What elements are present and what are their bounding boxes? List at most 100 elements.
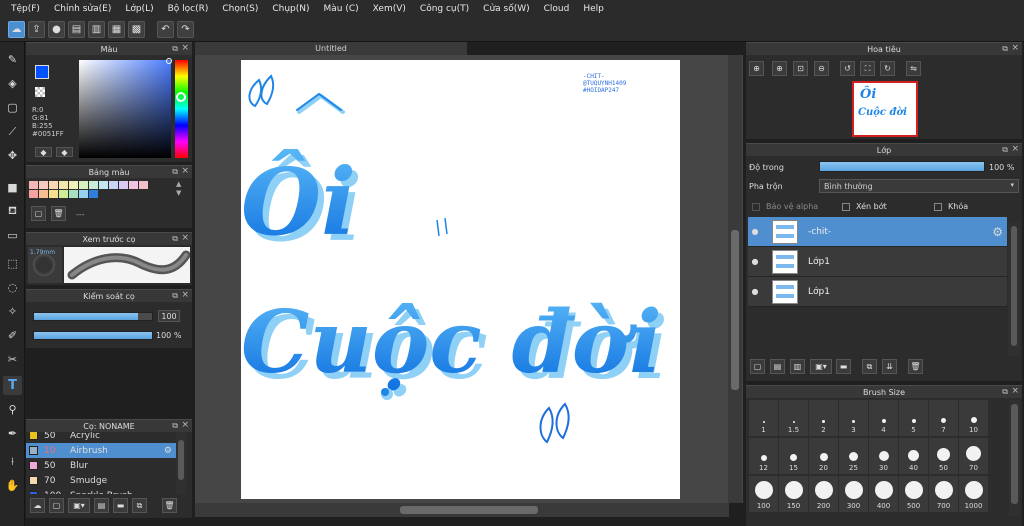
brush-list-item[interactable]: 50 Blur — [26, 458, 176, 473]
brush-size-cell[interactable]: 15 — [779, 438, 808, 474]
redo-icon[interactable]: ↷ — [177, 21, 194, 38]
palette-swatch[interactable] — [29, 190, 38, 198]
palette-swatch[interactable] — [79, 181, 88, 189]
brush-size-cell[interactable]: 20 — [809, 438, 838, 474]
palette-swatch[interactable] — [69, 181, 78, 189]
brush-size-cell[interactable]: 1000 — [959, 476, 988, 512]
hue-cursor[interactable] — [176, 92, 186, 102]
brush-new-icon[interactable]: ▢ — [49, 498, 64, 513]
menu-item[interactable]: Help — [576, 4, 611, 14]
hue-slider[interactable] — [175, 60, 188, 158]
palette-swatch[interactable] — [99, 181, 108, 189]
close-icon[interactable]: × — [1011, 43, 1019, 53]
layer-merge-icon[interactable]: ⇊ — [882, 359, 897, 374]
brush-size-cell[interactable]: 2 — [809, 400, 838, 436]
comment-icon[interactable]: ● — [48, 21, 65, 38]
brush-size-slider[interactable] — [33, 312, 153, 321]
new-layer-2-icon[interactable]: ▤ — [770, 359, 785, 374]
menu-item[interactable]: Bộ lọc(R) — [161, 4, 216, 14]
palette-swatch[interactable] — [89, 190, 98, 198]
brush-list-scroll-thumb[interactable] — [178, 440, 184, 480]
move-tool-icon[interactable]: ✥ — [3, 146, 22, 165]
menu-item[interactable]: Cloud — [537, 4, 577, 14]
select-rect-tool-icon[interactable]: ⬚ — [3, 254, 22, 273]
brush-size-cell[interactable]: 50 — [929, 438, 958, 474]
gradient-tool-icon[interactable]: ▭ — [3, 226, 22, 245]
fit-screen-icon[interactable]: ⛶ — [860, 61, 875, 76]
foreground-color-swatch[interactable] — [35, 65, 49, 79]
flip-icon[interactable]: ⇋ — [906, 61, 921, 76]
new-layer-icon[interactable]: ▢ — [750, 359, 765, 374]
canvas-vscroll-thumb[interactable] — [731, 230, 739, 390]
palette-add-icon[interactable]: ▢ — [31, 206, 46, 221]
select-pen-tool-icon[interactable]: ✐ — [3, 326, 22, 345]
close-icon[interactable]: × — [181, 43, 189, 53]
brush-size-cell[interactable]: 3 — [839, 400, 868, 436]
undock-icon[interactable]: ⧉ — [172, 167, 178, 177]
undock-icon[interactable]: ⧉ — [172, 421, 178, 431]
operation-tool-icon[interactable]: ⚲ — [3, 400, 22, 419]
panel-layout-icon[interactable]: ▦ — [108, 21, 125, 38]
navigator-thumbnail[interactable]: Ôi Cuộc đời — [852, 81, 918, 137]
brush-size-cell[interactable]: 700 — [929, 476, 958, 512]
palette-swatch[interactable] — [109, 181, 118, 189]
brush-size-cell[interactable]: 25 — [839, 438, 868, 474]
brush-size-cell[interactable]: 5 — [899, 400, 928, 436]
layer-delete-icon[interactable]: 🗑 — [908, 359, 923, 374]
layer-list-scrollbar[interactable] — [1008, 222, 1020, 356]
rectangle-tool-icon[interactable]: ▢ — [3, 98, 22, 117]
line-tool-icon[interactable]: ⟋ — [3, 122, 22, 141]
palette-swatch[interactable] — [39, 190, 48, 198]
layer-item[interactable]: ● -chit- ⚙ — [748, 217, 1007, 247]
document-icon[interactable]: ▥ — [88, 21, 105, 38]
gear-icon[interactable]: ⚙ — [164, 446, 172, 456]
brush-size-cell[interactable]: 100 — [749, 476, 778, 512]
lock-checkbox[interactable]: Khóa — [934, 202, 968, 211]
brush-tool-icon[interactable]: ✎ — [3, 50, 22, 69]
close-icon[interactable]: × — [181, 290, 189, 300]
palette-swatch[interactable] — [69, 190, 78, 198]
fit-icon[interactable]: ⊡ — [793, 61, 808, 76]
hand-tool-icon[interactable]: ✋ — [3, 476, 22, 495]
undock-icon[interactable]: ⧉ — [172, 291, 178, 301]
brush-size-cell[interactable]: 1.5 — [779, 400, 808, 436]
brush-cloud-icon[interactable]: ☁ — [30, 498, 45, 513]
brush-size-cell[interactable]: 200 — [809, 476, 838, 512]
zoom-out-icon[interactable]: ⊖ — [814, 61, 829, 76]
close-icon[interactable]: × — [1011, 386, 1019, 396]
palette-swatch[interactable] — [39, 181, 48, 189]
menu-item[interactable]: Chụp(N) — [265, 4, 316, 14]
layer-item[interactable]: ● Lớp1 — [748, 247, 1007, 277]
select-eraser-tool-icon[interactable]: ✂ — [3, 350, 22, 369]
undock-icon[interactable]: ⧉ — [1002, 145, 1008, 155]
color-eyedrop-icon[interactable]: ◆ — [56, 147, 73, 157]
undock-icon[interactable]: ⧉ — [1002, 44, 1008, 54]
brush-size-cell[interactable]: 4 — [869, 400, 898, 436]
canvas-horizontal-scrollbar[interactable] — [195, 503, 729, 517]
canvas-vertical-scrollbar[interactable] — [728, 55, 742, 503]
brush-size-cell[interactable]: 30 — [869, 438, 898, 474]
speech-bubble-icon[interactable]: ▤ — [68, 21, 85, 38]
palette-swatch[interactable] — [139, 181, 148, 189]
fill-shape-tool-icon[interactable]: ■ — [3, 178, 22, 197]
gear-icon[interactable]: ⚙ — [992, 225, 1003, 239]
eyedropper-2-tool-icon[interactable]: ⟊ — [3, 452, 22, 471]
document-tab[interactable]: Untitled — [195, 42, 467, 55]
brush-size-scroll-thumb[interactable] — [1011, 404, 1018, 504]
eyedropper-tool-icon[interactable]: ✒ — [3, 424, 22, 443]
lasso-tool-icon[interactable]: ◌ — [3, 278, 22, 297]
brush-size-scrollbar[interactable] — [1009, 400, 1020, 516]
zoom-in-icon[interactable]: ⊕ — [772, 61, 787, 76]
rotate-right-icon[interactable]: ↻ — [880, 61, 895, 76]
undo-icon[interactable]: ↶ — [157, 21, 174, 38]
brush-size-cell[interactable]: 10 — [959, 400, 988, 436]
brush-add-dropdown-icon[interactable]: ▣▾ — [68, 498, 90, 513]
menu-item[interactable]: Công cụ(T) — [413, 4, 476, 14]
layer-add-dropdown-icon[interactable]: ▣▾ — [810, 359, 832, 374]
palette-swatch[interactable] — [129, 181, 138, 189]
cloud-icon[interactable]: ☁ — [8, 21, 25, 38]
blend-mode-select[interactable]: Bình thường ▾ — [819, 179, 1019, 193]
brush-size-cell[interactable]: 500 — [899, 476, 928, 512]
palette-swatch[interactable] — [49, 190, 58, 198]
brush-delete-icon[interactable]: 🗑 — [162, 498, 177, 513]
